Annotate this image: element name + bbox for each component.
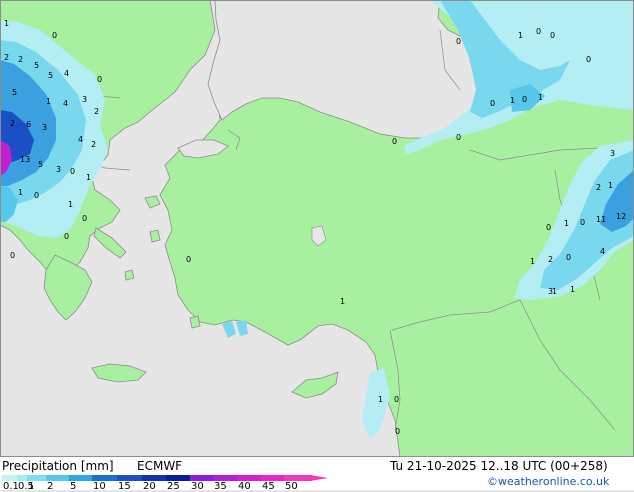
- precip-value-v56: 1: [378, 395, 383, 404]
- precip-value-v15: 6: [26, 120, 31, 129]
- map-footer: Precipitation [mm] ECMWF Tu 21-10-2025 1…: [0, 457, 634, 492]
- island-chios: [149, 229, 161, 243]
- precip-value-v43: 1: [608, 181, 613, 190]
- model-name: ECMWF: [137, 459, 183, 473]
- precip-value-v19: 13: [20, 155, 30, 164]
- precip-value-v11: 1: [46, 97, 51, 106]
- precip-value-v32: 0: [536, 27, 541, 36]
- precip-value-v29: 0: [10, 251, 15, 260]
- precip-value-v17: 4: [78, 135, 83, 144]
- precip-value-v45: 12: [616, 212, 626, 221]
- precip-value-v12: 4: [63, 99, 68, 108]
- precip-value-v26: 1: [68, 200, 73, 209]
- legend-level-label: 35: [214, 481, 227, 492]
- precip-value-v47: 1: [564, 219, 569, 228]
- precip-value-v14: 2: [10, 119, 15, 128]
- precip-value-v44: 11: [596, 215, 606, 224]
- precip-value-v9: 5: [48, 71, 53, 80]
- precip-value-v25: 0: [34, 191, 39, 200]
- precip-value-v39: 0: [392, 137, 397, 146]
- legend-level-label: 15: [118, 481, 131, 492]
- precip-value-v37: 1: [538, 93, 543, 102]
- precip-value-v59: 0: [395, 427, 400, 436]
- product-title: Precipitation [mm]: [2, 459, 114, 473]
- legend-level-label: 25: [167, 481, 180, 492]
- legend-level-label: 2: [47, 481, 54, 492]
- precip-value-v33: 0: [550, 31, 555, 40]
- precip-value-v52: 4: [600, 247, 605, 256]
- precip-value-v31: 1: [518, 31, 523, 40]
- precip-value-v18: 2: [91, 140, 96, 149]
- precip-value-v6: 5: [12, 88, 17, 97]
- precip-value-v13: 2: [94, 107, 99, 116]
- precip-value-v10: 4: [64, 69, 69, 78]
- weatheronline-credit[interactable]: ©weatheronline.co.uk: [487, 475, 609, 488]
- precip-value-v5: 5: [34, 61, 39, 70]
- precip-value-v4: 2: [18, 55, 23, 64]
- legend-level-label: 40: [238, 481, 251, 492]
- precip-value-v42: 2: [596, 183, 601, 192]
- legend-level-label: 45: [262, 481, 275, 492]
- precip-value-v28: 0: [64, 232, 69, 241]
- valid-time: Tu 21-10-2025 12..18 UTC (00+258): [390, 459, 608, 473]
- precip-value-v51: 0: [566, 253, 571, 262]
- island-rhodes: [189, 315, 201, 329]
- precip-value-v57: 0: [394, 395, 399, 404]
- precip-value-v7: 3: [82, 95, 87, 104]
- precip-value-v40: 0: [456, 133, 461, 142]
- precip-value-v16: 3: [42, 123, 47, 132]
- precip-value-v58: 1: [340, 297, 345, 306]
- precip-value-v30: 0: [186, 255, 191, 264]
- precip-value-v41: 3: [610, 149, 615, 158]
- legend-level-label: 20: [143, 481, 156, 492]
- legend-level-label: 5: [70, 481, 77, 492]
- legend-level-label: 10: [93, 481, 106, 492]
- precip-value-v60: 0: [456, 37, 461, 46]
- precip-value-v54: 1: [570, 285, 575, 294]
- precip-value-v34: 0: [586, 55, 591, 64]
- legend-level-label: 50: [285, 481, 298, 492]
- precip-value-v50: 2: [548, 255, 553, 264]
- precip-value-v2: 0: [52, 31, 57, 40]
- precip-value-v22: 0: [70, 167, 75, 176]
- island-naxos: [124, 269, 135, 281]
- precip-value-v24: 1: [18, 188, 23, 197]
- legend-level-label: 30: [191, 481, 204, 492]
- precip-value-v1: 1: [4, 19, 9, 28]
- precip-value-v3: 2: [4, 53, 9, 62]
- precip-value-v36: 0: [522, 95, 527, 104]
- legend-level-label: 1: [28, 481, 35, 492]
- precip-value-v46: 0: [546, 223, 551, 232]
- precip-value-v23: 1: [86, 173, 91, 182]
- precipitation-map: 102 255305 41 422 6 3421353 011 01000 01 0 001 0 100…: [0, 0, 634, 458]
- precip-value-v21: 3: [56, 165, 61, 174]
- legend-arrow-icon: [310, 475, 328, 481]
- precip-value-v48: 0: [580, 218, 585, 227]
- precip-value-v20: 5: [38, 160, 43, 169]
- precip-value-v35: 1: [510, 96, 515, 105]
- precip-value-v8: 0: [97, 75, 102, 84]
- precip-value-v49: 1: [530, 257, 535, 266]
- precip-value-v55: 3: [548, 287, 553, 296]
- precip-value-v38: 0: [490, 99, 495, 108]
- legend-level-label: 0.1: [3, 481, 19, 492]
- precip-value-v27: 0: [82, 214, 87, 223]
